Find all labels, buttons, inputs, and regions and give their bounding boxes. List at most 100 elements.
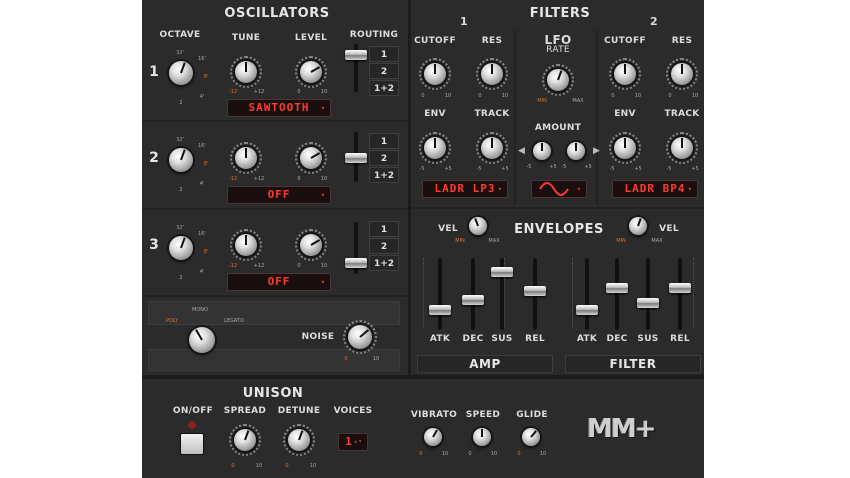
filter-vel-min: MIN [616,238,626,244]
unison-voices-label: VOICES [333,406,373,416]
voice-mode-poly[interactable]: POLY [166,318,178,324]
filter-rel-label: REL [670,334,690,344]
osc3-routing-2[interactable]: 2 [369,238,399,254]
filter1-res-max: 10 [501,93,509,99]
osc3-tune-knob[interactable] [235,234,257,256]
osc3-routing-1plus2[interactable]: 1+2 [369,255,399,271]
osc1-routing-2[interactable]: 2 [369,63,399,79]
mm-plus-logo: MM+ [587,414,657,444]
noise-knob[interactable] [348,325,372,349]
vibrato-knob[interactable] [424,428,442,446]
voice-mode-mono[interactable]: MONO [192,307,208,313]
osc3-octave-mark-4: 4' [199,269,205,275]
noise-min: 0 [344,356,348,362]
filter1-res-knob[interactable] [481,63,503,85]
vibrato-min: 0 [419,451,423,457]
osc2-routing-1[interactable]: 1 [369,133,399,149]
glide-min: 0 [517,451,521,457]
osc2-waveform-display[interactable]: OFF ▾ [227,186,331,204]
osc3-octave-mark-2: 2 [179,275,183,281]
amp-vel-max: MAX [488,238,500,244]
synth-panel: OSCILLATORS OCTAVE TUNE LEVEL ROUTING 1 … [142,0,704,478]
amp-rel-label: REL [525,334,545,344]
amp-velocity-knob[interactable] [469,217,487,235]
filter-attack-slider[interactable] [576,304,598,315]
osc3-level-knob[interactable] [300,234,322,256]
oscillators-title: OSCILLATORS [224,6,330,21]
glide-max: 10 [539,451,547,457]
filter2-track-label: TRACK [664,109,700,119]
osc1-level-knob[interactable] [300,61,322,83]
lfo-waveform-display[interactable]: ▾ [531,180,587,198]
osc1-routing-slider[interactable] [345,50,367,60]
lfo-amt1-max: +5 [549,164,557,170]
lfo-rate-min: MIN [537,98,547,104]
filter1-env-knob[interactable] [424,137,446,159]
filter1-number: 1 [460,15,468,28]
osc1-routing-1plus2[interactable]: 1+2 [369,80,399,96]
unison-led-indicator [189,422,195,428]
filter2-env-knob[interactable] [614,137,636,159]
unison-onoff-label: ON/OFF [172,406,214,416]
speed-knob[interactable] [473,428,491,446]
voice-mode-knob[interactable] [189,327,215,353]
osc2-octave-mark-32: 32' [176,137,184,143]
osc2-level-knob[interactable] [300,147,322,169]
filter-envelope-label: FILTER [565,355,701,373]
osc1-waveform-display[interactable]: SAWTOOTH ▾ [227,99,331,117]
osc2-number: 2 [149,150,159,166]
filter2-cutoff-knob[interactable] [614,63,636,85]
lfo-amount-filter2-knob[interactable] [567,142,585,160]
unison-spread-label: SPREAD [223,406,267,416]
osc1-tune-knob[interactable] [235,61,257,83]
unison-spread-max: 10 [255,463,263,469]
filter2-res-knob[interactable] [671,63,693,85]
amp-release-slider[interactable] [524,285,546,296]
osc2-routing-1plus2[interactable]: 1+2 [369,167,399,183]
osc1-octave-mark-32: 32' [176,50,184,56]
osc2-octave-knob[interactable] [169,148,193,172]
filter2-cutoff-label: CUTOFF [604,36,646,46]
filter1-track-label: TRACK [474,109,510,119]
osc2-tune-knob[interactable] [235,147,257,169]
filter2-number: 2 [650,15,658,28]
lfo-amount-filter1-knob[interactable] [533,142,551,160]
filter1-mode-display[interactable]: LADR LP3 ▾ [422,180,508,198]
filter2-env-max: +5 [634,166,642,172]
osc3-tune-max: +12 [253,263,265,269]
osc3-routing-1[interactable]: 1 [369,221,399,237]
filter-velocity-knob[interactable] [629,217,647,235]
osc3-routing-slider[interactable] [345,258,367,268]
osc3-octave-mark-8: 8' [203,249,209,255]
osc1-routing-1[interactable]: 1 [369,46,399,62]
osc3-octave-knob[interactable] [169,236,193,260]
unison-onoff-button[interactable] [180,433,204,455]
amp-attack-slider[interactable] [429,304,451,315]
voice-mode-legato[interactable]: LEGATO [224,318,244,324]
unison-voices-display[interactable]: 1 ▴▾ [338,433,368,451]
osc3-tune-min: -12 [228,263,238,269]
osc2-routing-2[interactable]: 2 [369,150,399,166]
unison-spread-knob[interactable] [234,429,256,451]
noise-max: 10 [372,356,380,362]
glide-label: GLIDE [516,410,548,420]
filter-sustain-slider[interactable] [637,298,659,309]
filter-release-slider[interactable] [669,282,691,293]
unison-detune-knob[interactable] [288,429,310,451]
filter1-cutoff-knob[interactable] [424,63,446,85]
amp-decay-slider[interactable] [462,295,484,306]
filter2-mode-display[interactable]: LADR BP4 ▾ [612,180,698,198]
osc1-octave-knob[interactable] [169,61,193,85]
osc3-waveform-display[interactable]: OFF ▾ [227,273,331,291]
filter-decay-slider[interactable] [606,282,628,293]
arrow-left-icon: ◀ [518,146,525,156]
lfo-rate-knob[interactable] [547,69,569,91]
osc2-routing-slider[interactable] [345,153,367,163]
sine-wave-icon [539,182,569,196]
filter2-track-knob[interactable] [671,137,693,159]
amp-sustain-slider[interactable] [491,267,513,278]
filter1-track-knob[interactable] [481,137,503,159]
filter1-env-label: ENV [424,109,446,119]
glide-knob[interactable] [522,428,540,446]
filter-dec-label: DEC [606,334,628,344]
